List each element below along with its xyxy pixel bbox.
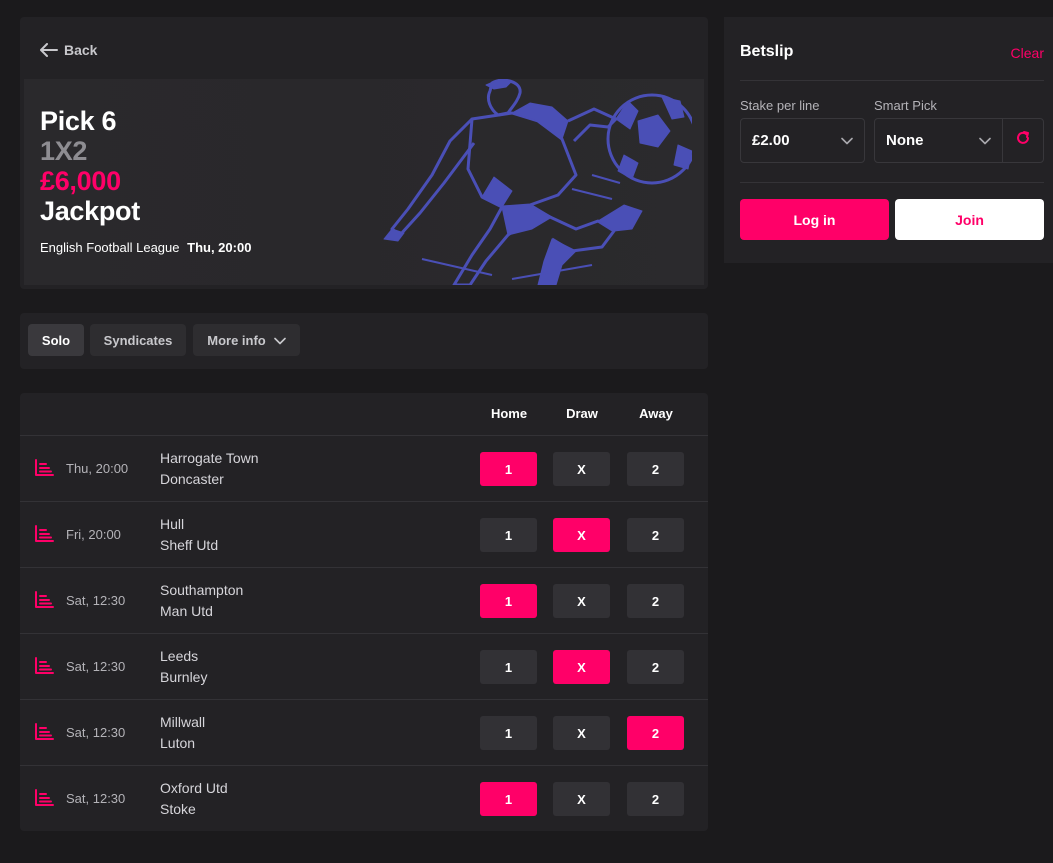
smart-pick-refresh-button[interactable]: [1002, 118, 1044, 163]
pick-away-button[interactable]: 2: [627, 650, 684, 684]
divider: [740, 80, 1044, 81]
away-team: Doncaster: [160, 471, 224, 487]
match-time: Sat, 12:30: [66, 659, 126, 674]
pick-draw-button[interactable]: X: [553, 584, 610, 618]
chevron-down-icon: [841, 132, 853, 149]
tab-more-info-label: More info: [207, 332, 266, 348]
pick-home-button[interactable]: 1: [480, 518, 537, 552]
column-header-draw: Draw: [566, 406, 598, 421]
footballer-illustration: [362, 79, 698, 285]
stats-chart-icon[interactable]: [34, 723, 54, 746]
stake-value: £2.00: [752, 132, 790, 149]
pick-home-button[interactable]: 1: [480, 650, 537, 684]
match-row: Sat, 12:30 Oxford Utd Stoke 1 X 2: [20, 765, 708, 831]
match-time: Sat, 12:30: [66, 593, 126, 608]
pick-away-button[interactable]: 2: [627, 716, 684, 750]
pick-away-button[interactable]: 2: [627, 782, 684, 816]
betslip-panel: Betslip Clear Stake per line Smart Pick …: [724, 17, 1053, 263]
home-team: Hull: [160, 516, 185, 532]
column-header-away: Away: [639, 406, 673, 421]
tab-syndicates-label: Syndicates: [103, 332, 173, 348]
jackpot-banner: Pick 6 1X2 £6,000 Jackpot English Footba…: [24, 79, 704, 285]
match-row: Sat, 12:30 Millwall Luton 1 X 2: [20, 699, 708, 765]
match-time: Sat, 12:30: [66, 791, 126, 806]
game-name: Pick 6: [40, 106, 117, 136]
stats-chart-icon[interactable]: [34, 789, 54, 812]
home-team: Leeds: [160, 648, 199, 664]
pick-draw-button[interactable]: X: [553, 518, 610, 552]
away-team: Luton: [160, 735, 196, 751]
tab-more-info[interactable]: More info: [193, 324, 300, 356]
join-button[interactable]: Join: [895, 199, 1044, 240]
jackpot-amount: £6,000: [40, 166, 121, 196]
smart-pick-value: None: [886, 132, 924, 149]
kickoff-time: Thu, 20:00: [187, 240, 252, 255]
league-name: English Football League: [40, 240, 180, 255]
stake-label: Stake per line: [740, 98, 820, 113]
jackpot-label: Jackpot: [40, 196, 140, 226]
chevron-down-icon: [979, 132, 991, 149]
away-team: Burnley: [160, 669, 208, 685]
pick-draw-button[interactable]: X: [553, 452, 610, 486]
match-time: Sat, 12:30: [66, 725, 126, 740]
match-row: Thu, 20:00 Harrogate Town Doncaster 1 X 2: [20, 435, 708, 501]
smart-pick-label: Smart Pick: [874, 98, 937, 113]
game-type: 1X2: [40, 136, 88, 166]
stats-chart-icon[interactable]: [34, 525, 54, 548]
matches-table: Home Draw Away Thu, 20:00 Harrogate Town D…: [20, 393, 708, 831]
match-row: Fri, 20:00 Hull Sheff Utd 1 X 2: [20, 501, 708, 567]
tab-solo[interactable]: Solo: [28, 324, 84, 356]
away-team: Man Utd: [160, 603, 213, 619]
pick-home-button[interactable]: 1: [480, 716, 537, 750]
home-team: Harrogate Town: [160, 450, 259, 466]
chevron-down-icon: [273, 333, 286, 348]
clear-button[interactable]: Clear: [1011, 45, 1044, 61]
back-label: Back: [64, 42, 98, 58]
smart-pick-select[interactable]: None: [874, 118, 1003, 163]
away-team: Sheff Utd: [160, 537, 219, 553]
home-team: Oxford Utd: [160, 780, 228, 796]
pick-home-button[interactable]: 1: [480, 452, 537, 486]
pick-home-button[interactable]: 1: [480, 584, 537, 618]
column-header-home: Home: [490, 406, 528, 421]
game-header-card: Back Pick 6 1X2 £6,000 Jackpot English F…: [20, 17, 708, 289]
match-time: Thu, 20:00: [66, 461, 129, 476]
stats-chart-icon[interactable]: [34, 657, 54, 680]
pick-away-button[interactable]: 2: [627, 452, 684, 486]
arrow-left-icon: [40, 43, 58, 57]
stats-chart-icon[interactable]: [34, 591, 54, 614]
pick-away-button[interactable]: 2: [627, 584, 684, 618]
home-team: Southampton: [160, 582, 244, 598]
away-team: Stoke: [160, 801, 196, 817]
login-button[interactable]: Log in: [740, 199, 889, 240]
betslip-title: Betslip: [740, 43, 794, 60]
match-time: Fri, 20:00: [66, 527, 121, 542]
divider: [740, 182, 1044, 183]
pick-draw-button[interactable]: X: [553, 716, 610, 750]
home-team: Millwall: [160, 714, 206, 730]
pick-draw-button[interactable]: X: [553, 650, 610, 684]
refresh-icon: [1015, 130, 1031, 151]
match-row: Sat, 12:30 Leeds Burnley 1 X 2: [20, 633, 708, 699]
tab-syndicates[interactable]: Syndicates: [90, 324, 186, 356]
stake-select[interactable]: £2.00: [740, 118, 865, 163]
pick-away-button[interactable]: 2: [627, 518, 684, 552]
tab-solo-label: Solo: [41, 332, 71, 348]
back-link[interactable]: Back: [40, 42, 97, 58]
play-mode-tabs: Solo Syndicates More info: [20, 313, 708, 369]
stats-chart-icon[interactable]: [34, 459, 54, 482]
match-row: Sat, 12:30 Southampton Man Utd 1 X 2: [20, 567, 708, 633]
pick-home-button[interactable]: 1: [480, 782, 537, 816]
pick-draw-button[interactable]: X: [553, 782, 610, 816]
